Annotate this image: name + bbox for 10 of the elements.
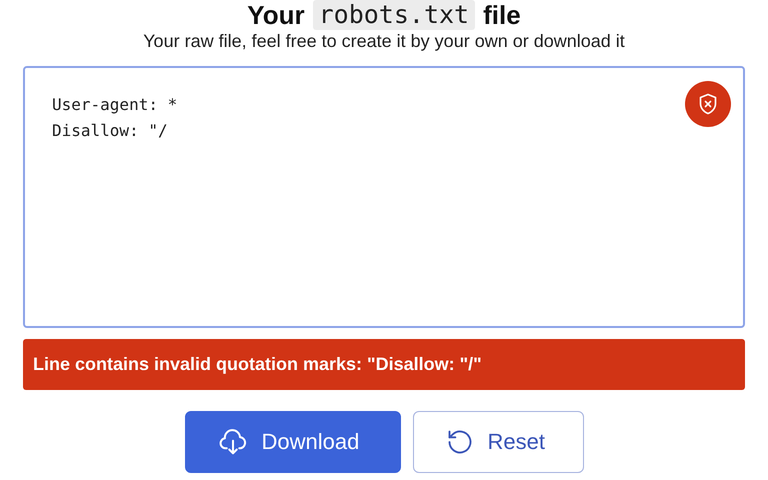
title-text: file bbox=[483, 2, 521, 28]
download-button[interactable]: Download bbox=[184, 411, 400, 473]
editor-field[interactable]: User-agent: * Disallow: "/ bbox=[23, 66, 745, 328]
error-message: Line contains invalid quotation marks: "Disallow: "/" bbox=[23, 339, 745, 390]
reset-icon bbox=[446, 428, 474, 456]
code-text: robots.txt bbox=[312, 0, 476, 30]
cloud-download-icon bbox=[218, 427, 248, 457]
reset-button[interactable]: Reset bbox=[412, 411, 584, 473]
title-text: Your bbox=[247, 2, 305, 28]
subtitle: Your raw file, feel free to create it by your own or download it bbox=[143, 31, 625, 52]
